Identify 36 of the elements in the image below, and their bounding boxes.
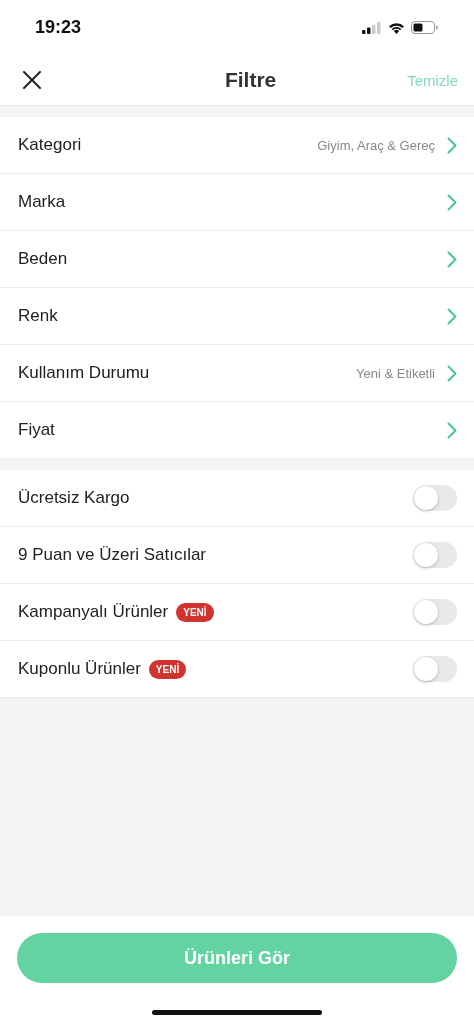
battery-icon: [411, 21, 438, 34]
toggle-switch[interactable]: [413, 485, 457, 511]
filter-row[interactable]: Renk: [0, 288, 474, 345]
toggle-switch[interactable]: [413, 542, 457, 568]
toggle-switch[interactable]: [413, 599, 457, 625]
filter-row[interactable]: Fiyat: [0, 402, 474, 459]
filter-row[interactable]: Beden: [0, 231, 474, 288]
filter-label: Kullanım Durumu: [18, 363, 150, 383]
chevron-icon: [447, 364, 457, 382]
filter-row[interactable]: Kategori Giyim, Araç & Gereç: [0, 117, 474, 174]
status-time: 19:23: [35, 17, 82, 38]
chevron-icon: [447, 421, 457, 439]
chevron-icon: [447, 250, 457, 268]
filter-row[interactable]: Marka: [0, 174, 474, 231]
toggle-label: Ücretsiz Kargo: [18, 488, 130, 508]
filter-label: Fiyat: [18, 420, 55, 440]
toggle-label: 9 Puan ve Üzeri Satıcılar: [18, 545, 207, 565]
new-badge: YENİ: [176, 602, 214, 622]
filter-row[interactable]: Kullanım Durumu Yeni & Etiketli: [0, 345, 474, 402]
filter-value: Yeni & Etiketli: [356, 365, 435, 381]
page-title: Filtre: [224, 68, 277, 92]
signal-icon: [362, 21, 382, 34]
filter-label: Kategori: [18, 135, 82, 155]
toggle-label: Kampanyalı Ürünler: [18, 602, 169, 622]
chevron-icon: [447, 136, 457, 154]
chevron-icon: [447, 307, 457, 325]
filter-label: Beden: [18, 249, 68, 269]
toggle-label: Kuponlu Ürünler: [18, 659, 141, 679]
new-badge: YENİ: [148, 659, 187, 679]
wifi-icon: [388, 21, 405, 34]
close-button[interactable]: [22, 70, 42, 90]
filter-label: Marka: [18, 192, 66, 212]
toggle-switch[interactable]: [413, 656, 457, 682]
chevron-icon: [447, 193, 457, 211]
filter-value: Giyim, Araç & Gereç: [317, 137, 435, 153]
filter-label: Renk: [18, 306, 58, 326]
